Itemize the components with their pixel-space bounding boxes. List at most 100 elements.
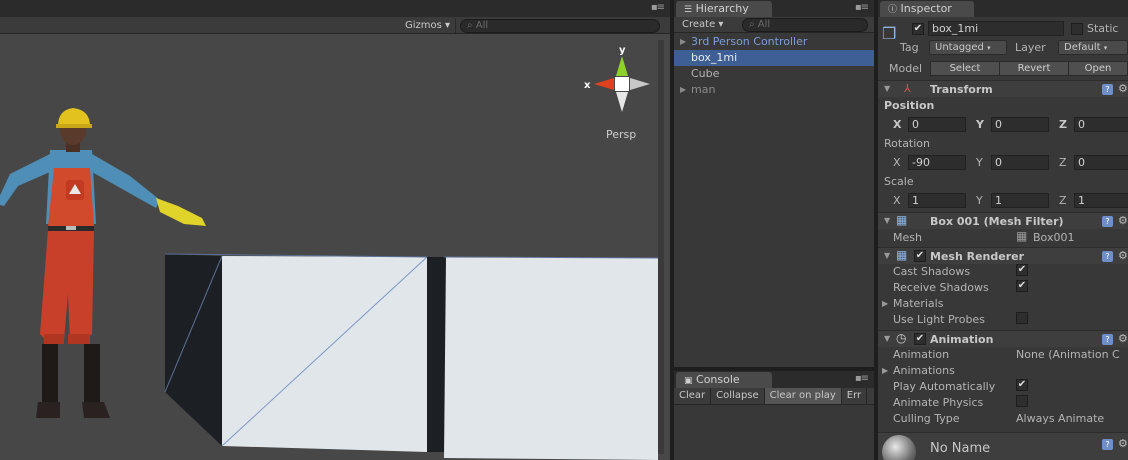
- foldout-triangle-icon[interactable]: ▼: [884, 334, 890, 343]
- model-label: Model: [889, 62, 923, 75]
- animations-foldout-icon[interactable]: ▶: [882, 366, 888, 375]
- animation-label: Animation: [893, 348, 950, 361]
- transform-header[interactable]: ▼ ⅄ Transform ? ⚙: [878, 80, 1128, 97]
- position-y-field[interactable]: 0: [991, 117, 1049, 132]
- scale-x-field[interactable]: 1: [908, 193, 966, 208]
- hierarchy-item-cube[interactable]: Cube: [674, 66, 874, 82]
- scale-x-label: X: [893, 194, 901, 207]
- mesh-value[interactable]: Box001: [1033, 231, 1074, 244]
- box-left-side[interactable]: [165, 254, 222, 446]
- scene-orientation-gizmo[interactable]: y x: [584, 45, 650, 112]
- tab-inspector[interactable]: ⓘ Inspector: [880, 1, 974, 17]
- material-header[interactable]: No Name ? ⚙: [878, 432, 1128, 460]
- rotation-z-field[interactable]: 0: [1074, 155, 1128, 170]
- tab-console[interactable]: ▣ Console: [676, 372, 772, 388]
- collapse-button[interactable]: Collapse: [711, 388, 765, 404]
- object-name-field[interactable]: box_1mi: [928, 21, 1064, 36]
- help-icon[interactable]: ?: [1102, 251, 1113, 262]
- position-x-label: X: [893, 118, 902, 131]
- animations-label[interactable]: Animations: [893, 364, 955, 377]
- foldout-triangle-icon[interactable]: ▼: [884, 251, 890, 260]
- gizmo-x-axis[interactable]: [594, 78, 614, 90]
- play-automatically-checkbox[interactable]: ✔: [1016, 379, 1028, 391]
- rotation-y-field[interactable]: 0: [991, 155, 1049, 170]
- help-icon[interactable]: ?: [1102, 334, 1113, 345]
- receive-shadows-checkbox[interactable]: ✔: [1016, 280, 1028, 292]
- chevron-down-icon: ▾: [987, 44, 991, 52]
- materials-foldout-icon[interactable]: ▶: [882, 299, 888, 308]
- help-icon[interactable]: ?: [1102, 84, 1113, 95]
- materials-label[interactable]: Materials: [893, 297, 943, 310]
- animation-enabled-checkbox[interactable]: ✔: [914, 333, 926, 345]
- gizmos-button[interactable]: Gizmos ▾: [400, 18, 457, 33]
- scene-scrollbar[interactable]: [658, 40, 664, 454]
- tab-hierarchy[interactable]: ☰ Hierarchy: [676, 1, 772, 17]
- animate-physics-checkbox[interactable]: [1016, 395, 1028, 407]
- expand-triangle-icon[interactable]: ▶: [680, 34, 686, 50]
- layer-label: Layer: [1015, 41, 1046, 54]
- scene-search-input[interactable]: ⌕ All: [460, 19, 660, 33]
- create-button[interactable]: Create ▾: [682, 18, 723, 32]
- foldout-triangle-icon[interactable]: ▼: [884, 84, 890, 93]
- scale-z-label: Z: [1059, 194, 1067, 207]
- mesh-renderer-enabled-checkbox[interactable]: ✔: [914, 250, 926, 262]
- animation-header[interactable]: ▼ ◷ ✔ Animation ? ⚙: [878, 330, 1128, 347]
- scale-label: Scale: [884, 175, 914, 188]
- gear-icon[interactable]: ⚙: [1118, 214, 1128, 227]
- mesh-renderer-header[interactable]: ▼ ▦ ✔ Mesh Renderer ? ⚙: [878, 247, 1128, 264]
- use-light-probes-checkbox[interactable]: [1016, 312, 1028, 324]
- position-x-field[interactable]: 0: [908, 117, 966, 132]
- scene-menu-icon[interactable]: ▪≡: [651, 2, 665, 13]
- tab-hierarchy-label: Hierarchy: [695, 2, 749, 15]
- mesh-filter-header[interactable]: ▼ ▦ Box 001 (Mesh Filter) ? ⚙: [878, 212, 1128, 229]
- animation-value[interactable]: None (Animation C: [1016, 348, 1120, 361]
- position-z-label: Z: [1059, 118, 1067, 131]
- clear-button[interactable]: Clear: [674, 388, 712, 404]
- tab-inspector-label: Inspector: [900, 2, 952, 15]
- foldout-triangle-icon[interactable]: ▼: [884, 216, 890, 225]
- layer-dropdown[interactable]: Default ▾: [1058, 40, 1128, 55]
- rotation-x-field[interactable]: -90: [908, 155, 966, 170]
- culling-type-value[interactable]: Always Animate: [1016, 412, 1104, 425]
- tag-dropdown[interactable]: Untagged ▾: [929, 40, 1007, 55]
- error-pause-button[interactable]: Err: [842, 388, 868, 404]
- gizmo-label-x: x: [584, 80, 591, 91]
- expand-triangle-icon[interactable]: ▶: [680, 82, 686, 98]
- inspector-panel: ⓘ Inspector ❒ ✔ box_1mi Static Tag Untag…: [878, 0, 1128, 460]
- position-z-field[interactable]: 0: [1074, 117, 1128, 132]
- cube-front-face[interactable]: [444, 257, 661, 460]
- gizmo-center[interactable]: [615, 77, 629, 91]
- gizmo-neg-y-axis[interactable]: [616, 92, 628, 112]
- help-icon[interactable]: ?: [1102, 439, 1113, 450]
- active-checkbox[interactable]: ✔: [912, 23, 924, 35]
- model-select-button[interactable]: Select: [930, 61, 1000, 76]
- model-open-button[interactable]: Open: [1068, 61, 1128, 76]
- gear-icon[interactable]: ⚙: [1118, 82, 1128, 95]
- projection-label[interactable]: Persp: [606, 128, 636, 141]
- hierarchy-item-3rd-person-controller[interactable]: ▶ 3rd Person Controller: [674, 34, 874, 50]
- scene-tab-bar: ▪≡: [0, 0, 670, 17]
- hierarchy-menu-icon[interactable]: ▪≡: [855, 2, 869, 13]
- cast-shadows-checkbox[interactable]: ✔: [1016, 264, 1028, 276]
- hierarchy-item-label: Cube: [691, 67, 720, 80]
- gizmo-neg-x-axis[interactable]: [630, 78, 650, 90]
- help-icon[interactable]: ?: [1102, 216, 1113, 227]
- model-revert-button[interactable]: Revert: [999, 61, 1069, 76]
- console-menu-icon[interactable]: ▪≡: [855, 373, 869, 384]
- scale-y-field[interactable]: 1: [991, 193, 1049, 208]
- gear-icon[interactable]: ⚙: [1118, 249, 1128, 262]
- scene-view[interactable]: ▪≡ Gizmos ▾ ⌕ All y x Persp: [0, 0, 670, 460]
- gear-icon[interactable]: ⚙: [1118, 332, 1128, 345]
- gizmo-y-axis[interactable]: [616, 56, 628, 76]
- scene-render[interactable]: y x: [0, 34, 670, 460]
- hierarchy-item-box-1mi[interactable]: box_1mi: [674, 50, 874, 66]
- clear-on-play-button[interactable]: Clear on play: [764, 388, 842, 404]
- scene-viewport[interactable]: y x Persp: [0, 34, 670, 460]
- scale-y-label: Y: [976, 194, 983, 207]
- mesh-filter-title: Box 001 (Mesh Filter): [930, 215, 1064, 228]
- hierarchy-search-input[interactable]: ⌕ All: [742, 18, 868, 32]
- static-checkbox[interactable]: [1071, 23, 1083, 35]
- gear-icon[interactable]: ⚙: [1118, 437, 1128, 450]
- hierarchy-item-man[interactable]: ▶ man: [674, 82, 874, 98]
- scale-z-field[interactable]: 1: [1074, 193, 1128, 208]
